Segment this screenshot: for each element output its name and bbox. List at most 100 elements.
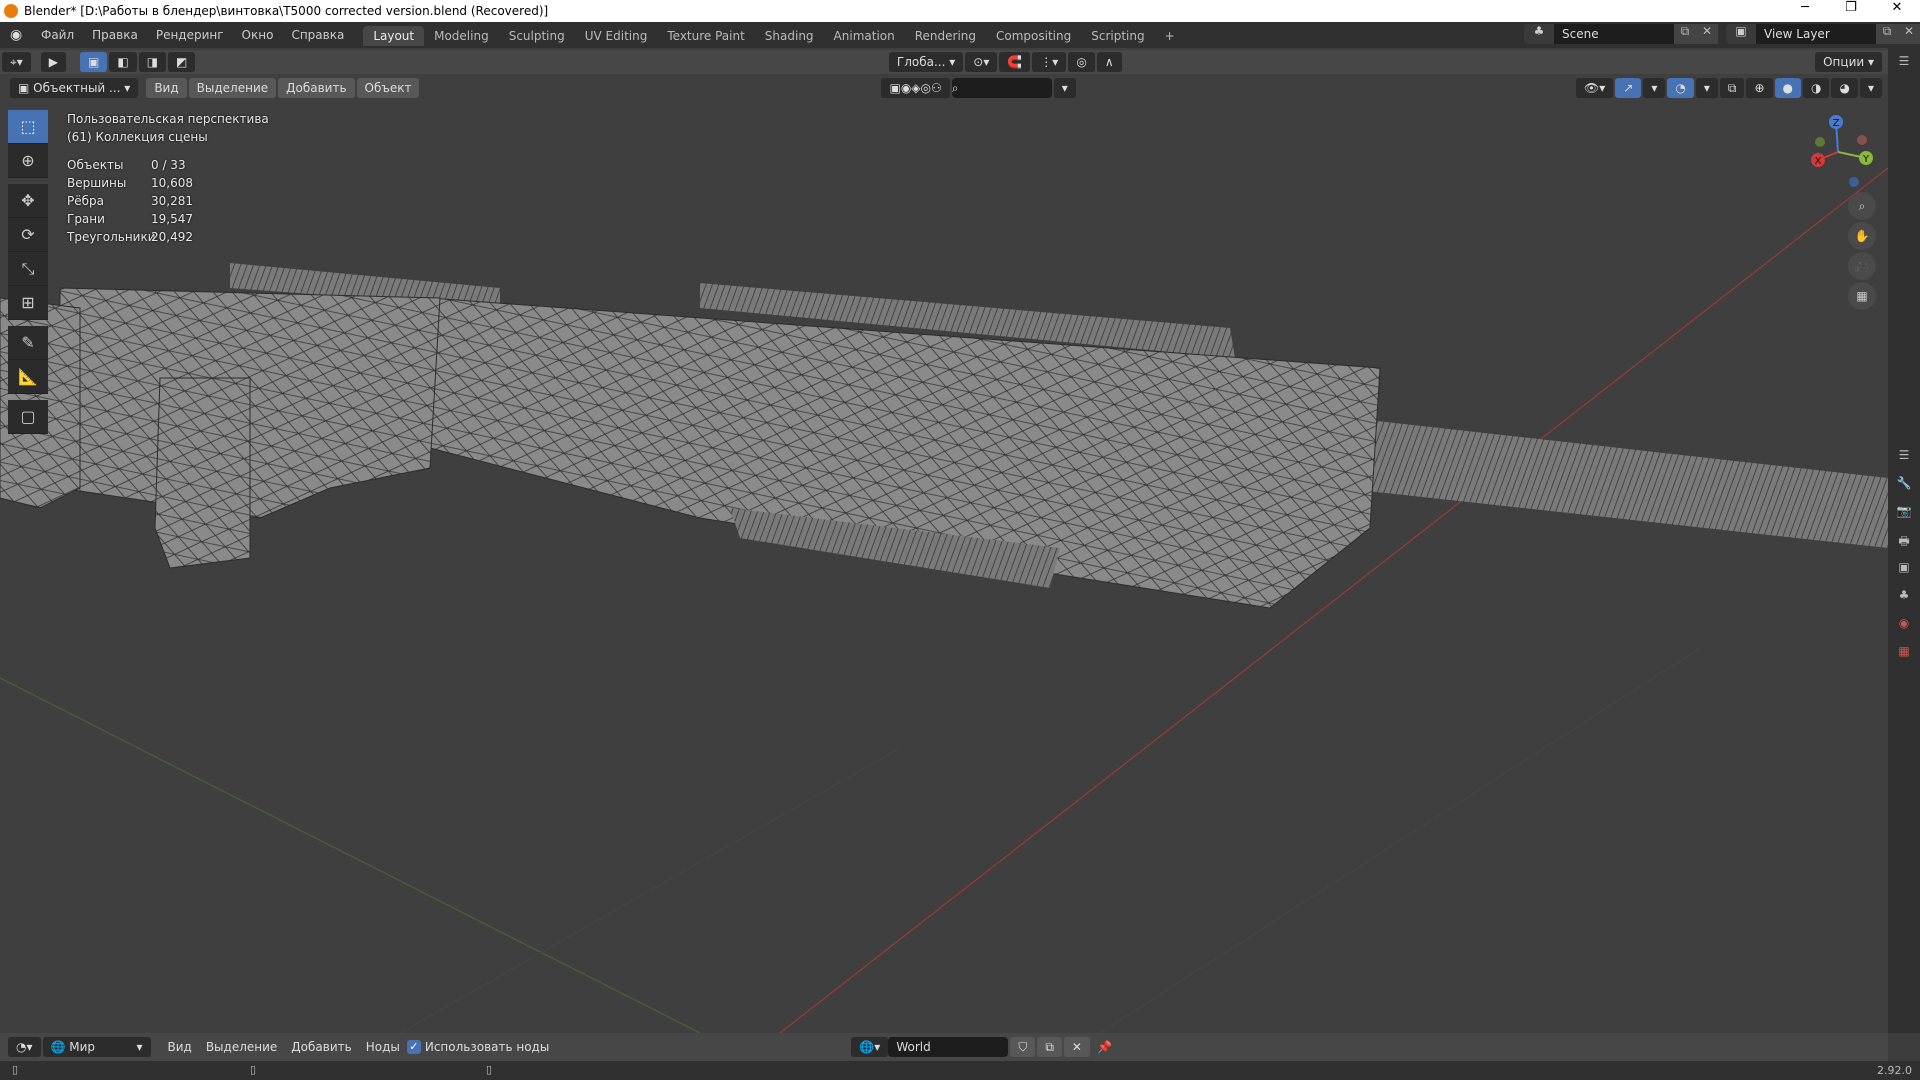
menu-window[interactable]: Окно	[233, 28, 283, 42]
use-nodes-label[interactable]: Использовать ноды	[425, 1040, 550, 1054]
menu-nodes[interactable]: Ноды	[359, 1040, 407, 1054]
pin-icon[interactable]: 📌	[1090, 1040, 1119, 1054]
shading-dropdown[interactable]: ▾	[1859, 78, 1882, 98]
view-layer-properties-icon[interactable]: ▣	[1892, 560, 1916, 582]
select-mode-new-icon[interactable]: ▣	[80, 52, 108, 72]
menu-add[interactable]: Добавить	[278, 78, 355, 98]
tab-uv-editing[interactable]: UV Editing	[575, 26, 658, 46]
tab-scripting[interactable]: Scripting	[1081, 26, 1154, 46]
menu-select[interactable]: Выделение	[188, 78, 277, 98]
filter-dropdown[interactable]: ▾	[1053, 78, 1076, 98]
3d-viewport[interactable]	[0, 48, 1888, 1033]
viewport-search-input[interactable]: ⌕	[951, 78, 1052, 98]
tab-compositing[interactable]: Compositing	[986, 26, 1081, 46]
falloff-icon[interactable]: ∧	[1096, 52, 1122, 72]
copy-scene-icon[interactable]: ⧉	[1674, 24, 1696, 44]
delete-scene-icon[interactable]: ✕	[1696, 24, 1718, 44]
view-layer-name[interactable]: View Layer	[1756, 27, 1876, 41]
menu-view[interactable]: Вид	[146, 78, 187, 98]
unlink-world-icon[interactable]: ✕	[1063, 1037, 1090, 1057]
gizmo-x-label: X	[1815, 156, 1822, 167]
visibility-dropdown[interactable]: 👁▾	[1576, 78, 1614, 98]
use-nodes-checkbox[interactable]: ✓	[406, 1040, 421, 1054]
select-box-tool-icon[interactable]: ⬚	[8, 110, 48, 144]
orientation-label: Глоба...	[896, 55, 946, 69]
pan-view-icon[interactable]: ✋	[1848, 222, 1876, 250]
output-properties-icon[interactable]: 🖶	[1892, 532, 1916, 554]
view-layer-selector[interactable]: ▣ View Layer ⧉ ✕	[1726, 24, 1920, 44]
maximize-button[interactable]: ❐	[1828, 0, 1874, 15]
close-button[interactable]: ✕	[1874, 0, 1920, 15]
transform-tool-icon[interactable]: ⊞	[8, 286, 48, 320]
render-properties-icon[interactable]: 📷	[1892, 504, 1916, 526]
snap-toggle-icon[interactable]: 🧲	[999, 52, 1031, 72]
minimize-button[interactable]: ─	[1782, 0, 1828, 15]
menu-help[interactable]: Справка	[282, 28, 353, 42]
blender-menu-icon[interactable]: ◉	[10, 27, 26, 43]
menu-select[interactable]: Выделение	[199, 1040, 284, 1054]
snap-dropdown[interactable]: ⋮▾	[1032, 52, 1067, 72]
properties-editor-icon[interactable]: ☰	[1892, 448, 1916, 470]
add-workspace-button[interactable]: +	[1155, 26, 1185, 46]
tab-rendering[interactable]: Rendering	[905, 26, 986, 46]
orientation-dropdown[interactable]: Глоба... ▾	[888, 52, 964, 72]
copy-view-layer-icon[interactable]: ⧉	[1876, 24, 1898, 44]
world-name-field[interactable]: World	[888, 1037, 1009, 1057]
overlay-toggle-icon[interactable]: ◔	[1667, 78, 1694, 98]
navigation-gizmo[interactable]: Z Y X	[1800, 110, 1880, 190]
editor-type-button[interactable]: ⌖▾	[2, 52, 31, 72]
world-browse-button[interactable]: 🌐▾	[851, 1037, 889, 1057]
pivot-dropdown[interactable]: ⊙▾	[965, 52, 998, 72]
add-cube-tool-icon[interactable]: ▢	[8, 400, 48, 434]
menu-object[interactable]: Объект	[356, 78, 420, 98]
shader-type-dropdown[interactable]: 🌐 Мир ▾	[42, 1037, 151, 1057]
xray-toggle-icon[interactable]: ⧉	[1719, 78, 1745, 98]
camera-view-icon[interactable]: 🎥	[1848, 252, 1876, 280]
zoom-view-icon[interactable]: ⌕	[1848, 192, 1876, 220]
menu-add[interactable]: Добавить	[284, 1040, 358, 1054]
tab-layout[interactable]: Layout	[363, 26, 425, 46]
menu-render[interactable]: Рендеринг	[147, 28, 233, 42]
rotate-tool-icon[interactable]: ⟳	[8, 218, 48, 252]
outliner-icon[interactable]: ☰	[1892, 54, 1916, 76]
editor-type-button[interactable]: ◔▾	[8, 1037, 41, 1057]
select-mode-subtract-icon[interactable]: ◨	[138, 52, 167, 72]
delete-view-layer-icon[interactable]: ✕	[1898, 24, 1920, 44]
proportional-edit-icon[interactable]: ◎	[1068, 52, 1095, 72]
shading-solid-icon[interactable]: ●	[1774, 78, 1801, 98]
tool-properties-icon[interactable]: 🔧	[1892, 476, 1916, 498]
shading-wireframe-icon[interactable]: ⊕	[1746, 78, 1773, 98]
overlay-dropdown[interactable]: ▾	[1695, 78, 1718, 98]
scene-properties-icon[interactable]: ♣	[1892, 588, 1916, 610]
scale-tool-icon[interactable]: ⤡	[8, 252, 48, 286]
tab-modeling[interactable]: Modeling	[424, 26, 499, 46]
mode-dropdown[interactable]: ▣ Объектный ... ▾	[10, 78, 139, 98]
gizmo-dropdown[interactable]: ▾	[1643, 78, 1666, 98]
texture-properties-icon[interactable]: ▦	[1892, 644, 1916, 666]
menu-file[interactable]: Файл	[32, 28, 83, 42]
cursor-tool-icon[interactable]: ⊕	[8, 144, 48, 178]
measure-tool-icon[interactable]: 📐	[8, 360, 48, 394]
options-dropdown[interactable]: Опции ▾	[1815, 52, 1883, 72]
scene-name[interactable]: Scene	[1554, 27, 1674, 41]
tab-shading[interactable]: Shading	[755, 26, 824, 46]
move-tool-icon[interactable]: ✥	[8, 184, 48, 218]
world-properties-icon[interactable]: ◉	[1892, 616, 1916, 638]
tab-animation[interactable]: Animation	[824, 26, 905, 46]
object-type-filter-icons[interactable]: ▣◉◈◎⚇	[881, 78, 950, 98]
annotate-tool-icon[interactable]: ✎	[8, 326, 48, 360]
select-mode-intersect-icon[interactable]: ◩	[168, 52, 196, 72]
shading-material-icon[interactable]: ◑	[1803, 78, 1830, 98]
tab-sculpting[interactable]: Sculpting	[499, 26, 575, 46]
fake-user-icon[interactable]: ⛉	[1010, 1037, 1036, 1057]
menu-edit[interactable]: Правка	[83, 28, 147, 42]
select-mode-extend-icon[interactable]: ◧	[109, 52, 137, 72]
gizmo-toggle-icon[interactable]: ↗	[1615, 78, 1642, 98]
ortho-toggle-icon[interactable]: ▦	[1848, 282, 1876, 310]
menu-view[interactable]: Вид	[161, 1040, 199, 1054]
scene-selector[interactable]: ♣ Scene ⧉ ✕	[1524, 24, 1718, 44]
select-tool-icon[interactable]: ▶	[40, 52, 67, 72]
copy-world-icon[interactable]: ⧉	[1037, 1037, 1062, 1057]
tab-texture-paint[interactable]: Texture Paint	[657, 26, 754, 46]
shading-rendered-icon[interactable]: ◕	[1831, 78, 1858, 98]
